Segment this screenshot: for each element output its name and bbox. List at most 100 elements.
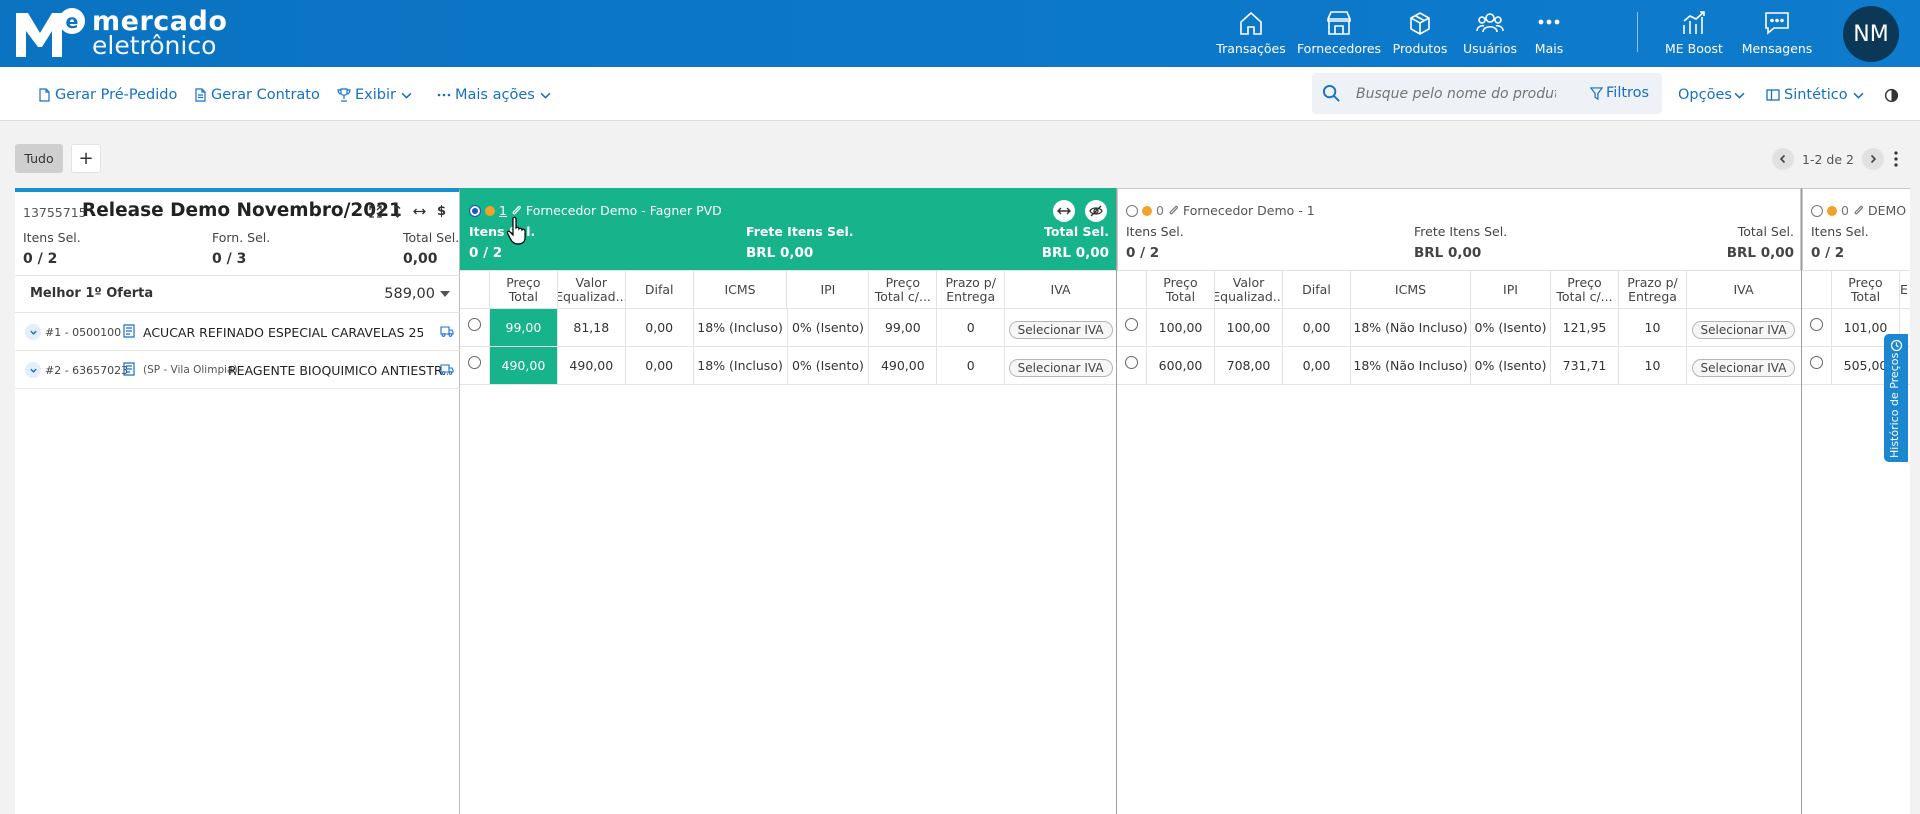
dollar-icon[interactable]: $	[434, 204, 449, 219]
add-tab-button[interactable]: +	[71, 144, 101, 173]
attachment-count[interactable]: 0	[1841, 203, 1849, 218]
difal-cell: 0,00	[1283, 309, 1351, 346]
prev-page-button[interactable]	[1772, 148, 1794, 170]
col-ipi[interactable]: IPI	[1471, 271, 1551, 309]
selecionar-iva-button[interactable]: Selecionar IVA	[1691, 320, 1796, 339]
gerar-pre-pedido-button[interactable]: Gerar Pré-Pedido	[37, 85, 177, 105]
contrast-icon	[1884, 88, 1899, 102]
nav-me-boost[interactable]: ME Boost	[1662, 0, 1726, 67]
store-icon	[1327, 11, 1351, 35]
select-supplier-radio[interactable]	[1811, 204, 1823, 217]
col-difal[interactable]: Difal	[626, 271, 694, 309]
select-offer-radio[interactable]	[460, 309, 490, 346]
logo-me-icon: e	[16, 8, 85, 57]
top-navbar: e mercado eletrônico Transações Forneced…	[0, 0, 1920, 67]
col-preco-total[interactable]: Preço Total	[1147, 271, 1215, 309]
nav-produtos[interactable]: Produtos	[1392, 0, 1448, 67]
table-row: 600,00 708,00 0,00 18% (Não Incluso) 0% …	[1117, 347, 1801, 385]
tab-tudo[interactable]: Tudo	[15, 144, 63, 173]
select-offer-radio[interactable]	[1802, 309, 1832, 346]
quote-header-actions: $	[368, 204, 449, 219]
eye-off-icon	[1089, 205, 1103, 217]
kebab-menu-icon[interactable]	[1891, 148, 1901, 170]
total-sel-stat: Total Sel. 0,00	[403, 230, 460, 267]
col-preco-total-c[interactable]: Preço Total c/...	[869, 271, 938, 309]
next-page-button[interactable]	[1861, 148, 1884, 170]
gerar-contrato-button[interactable]: Gerar Contrato	[193, 85, 320, 105]
preco-total-cell: 100,00	[1147, 309, 1215, 346]
search-input[interactable]	[1356, 83, 1556, 104]
col-valor-equalizado[interactable]: Valor Equalizad...	[558, 271, 626, 309]
expand-icon[interactable]	[368, 204, 383, 219]
select-offer-radio[interactable]	[460, 347, 490, 384]
col-difal[interactable]: Difal	[1283, 271, 1351, 309]
vertical-arrows-icon[interactable]	[390, 204, 405, 219]
supplier-header: 0 Fornecedor Demo - 1 Itens Sel. 0 / 2 Fr…	[1117, 188, 1801, 270]
expand-row-button[interactable]	[25, 324, 41, 340]
nav-usuarios[interactable]: Usuários	[1463, 0, 1517, 67]
list-item[interactable]: #2 - 63657023 (SP - Vila Olimpia) REAGEN…	[15, 351, 460, 389]
melhor-oferta-row[interactable]: Melhor 1º Oferta 589,00	[15, 276, 460, 313]
col-ipi[interactable]: IPI	[787, 271, 870, 309]
historico-precos-tab[interactable]: Histórico de Preços	[1884, 334, 1908, 462]
chevron-down-icon	[29, 368, 37, 373]
selecionar-iva-button[interactable]: Selecionar IVA	[1691, 358, 1796, 377]
prazo-cell: 0	[937, 347, 1006, 384]
melhor-oferta-value[interactable]: 589,00	[384, 286, 450, 302]
preco-total-cell: 490,00	[489, 347, 558, 384]
col-preco-total[interactable]: Preço Total	[1832, 271, 1900, 309]
brand-logo[interactable]: e mercado eletrônico	[14, 7, 227, 59]
preco-total-c-cell: 99,00	[869, 309, 938, 346]
selecionar-iva-button[interactable]: Selecionar IVA	[1008, 320, 1113, 339]
select-offer-radio[interactable]	[1117, 309, 1147, 346]
col-next[interactable]: E	[1900, 271, 1910, 309]
hide-column-button[interactable]	[1085, 200, 1107, 222]
nav-fornecedores[interactable]: Fornecedores	[1297, 0, 1381, 67]
select-supplier-radio[interactable]	[469, 204, 481, 217]
document-icon	[195, 88, 206, 102]
sintetico-dropdown[interactable]: Sintético	[1766, 85, 1864, 105]
box-icon	[1410, 12, 1430, 35]
action-toolbar: Gerar Pré-Pedido Gerar Contrato Exibir M…	[0, 67, 1920, 121]
table-row: 99,00 81,18 0,00 18% (Incluso) 0% (Isent…	[460, 309, 1116, 347]
warning-icon	[1827, 205, 1837, 216]
document-icon[interactable]	[123, 324, 135, 338]
radio-col-header	[1117, 271, 1147, 309]
search-icon	[1322, 84, 1340, 102]
col-iva[interactable]: IVA	[1005, 271, 1116, 309]
col-iva[interactable]: IVA	[1687, 271, 1800, 309]
opcoes-dropdown[interactable]: Opções	[1678, 85, 1745, 105]
nav-mais[interactable]: Mais	[1529, 0, 1569, 67]
preco-total-c-cell: 490,00	[869, 347, 938, 384]
attachment-count[interactable]: 0	[1156, 203, 1164, 218]
paperclip-icon	[1854, 205, 1863, 214]
expand-row-button[interactable]	[25, 362, 41, 378]
valor-equalizado-cell: 100,00	[1215, 309, 1283, 346]
supplier-header-actions	[1053, 200, 1107, 222]
col-valor-equalizado[interactable]: Valor Equalizad...	[1215, 271, 1283, 309]
select-offer-radio[interactable]	[1802, 347, 1832, 384]
user-avatar[interactable]: NM	[1843, 6, 1899, 62]
document-icon[interactable]	[123, 362, 135, 376]
selecionar-iva-button[interactable]: Selecionar IVA	[1008, 358, 1113, 377]
col-preco-total-c[interactable]: Preço Total c/...	[1551, 271, 1619, 309]
col-icms[interactable]: ICMS	[1351, 271, 1471, 309]
col-prazo-entrega[interactable]: Prazo p/ Entrega	[1619, 271, 1687, 309]
contrast-toggle[interactable]	[1884, 85, 1903, 105]
horizontal-arrows-icon[interactable]	[412, 204, 427, 219]
expand-column-button[interactable]	[1053, 200, 1075, 222]
col-preco-total[interactable]: Preço Total	[490, 271, 558, 309]
select-offer-radio[interactable]	[1117, 347, 1147, 384]
list-item[interactable]: #1 - 0500100 ACUCAR REFINADO ESPECIAL CA…	[15, 313, 460, 351]
nav-mensagens[interactable]: Mensagens	[1742, 0, 1812, 67]
filtros-button[interactable]: Filtros	[1590, 85, 1649, 101]
nav-transacoes[interactable]: Transações	[1216, 0, 1286, 67]
exibir-dropdown[interactable]: Exibir	[337, 85, 412, 105]
select-supplier-radio[interactable]	[1126, 204, 1138, 217]
column-headers: Preço Total E	[1802, 270, 1910, 309]
quote-items-panel: 13755715 Release Demo Novembro/2021 $ It…	[15, 188, 460, 814]
col-icms[interactable]: ICMS	[694, 271, 788, 309]
col-prazo-entrega[interactable]: Prazo p/ Entrega	[937, 271, 1006, 309]
mais-acoes-dropdown[interactable]: Mais ações	[437, 85, 551, 105]
caret-down-icon	[440, 291, 450, 297]
